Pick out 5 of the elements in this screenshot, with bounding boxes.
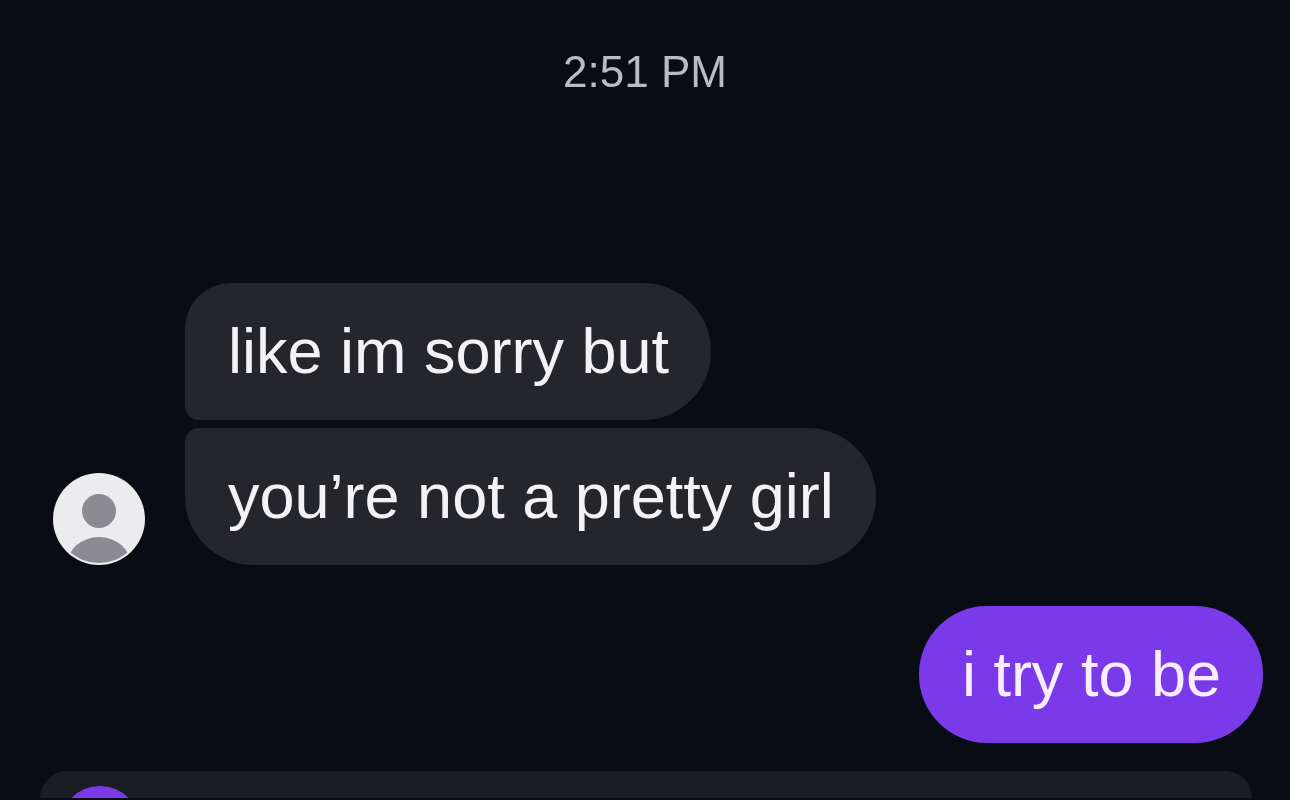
message-bubble: i try to be	[918, 606, 1263, 743]
message-bubble: you’re not a pretty girl	[185, 428, 876, 565]
message-bubble: like im sorry but	[185, 283, 712, 420]
timestamp: 2:51 PM	[563, 50, 727, 94]
avatar-icon	[53, 473, 145, 565]
